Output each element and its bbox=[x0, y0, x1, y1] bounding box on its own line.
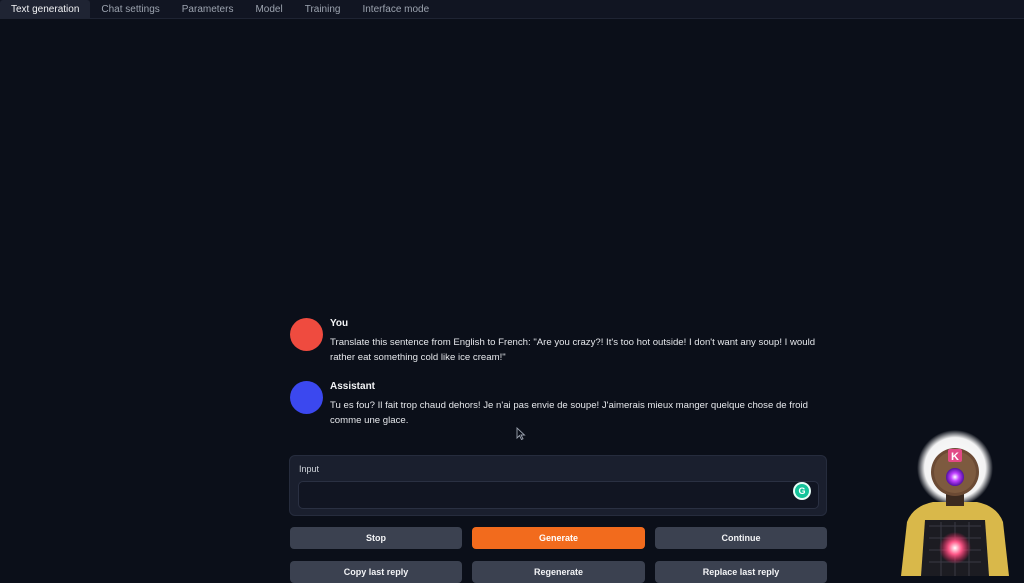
tab-bar: Text generation Chat settings Parameters… bbox=[0, 0, 1024, 19]
continue-button[interactable]: Continue bbox=[655, 527, 827, 549]
chat-message-user: You Translate this sentence from English… bbox=[290, 318, 820, 368]
copy-last-reply-button[interactable]: Copy last reply bbox=[290, 561, 462, 583]
message-author: You bbox=[330, 318, 349, 329]
input-panel: Input G bbox=[289, 455, 827, 516]
tab-chat-settings[interactable]: Chat settings bbox=[90, 0, 170, 18]
tab-model[interactable]: Model bbox=[244, 0, 293, 18]
input-label: Input bbox=[299, 464, 320, 474]
robot-badge-letter: K bbox=[951, 451, 959, 463]
generate-button[interactable]: Generate bbox=[472, 527, 645, 549]
robot-mascot-icon: K bbox=[901, 430, 1009, 576]
tab-interface-mode[interactable]: Interface mode bbox=[351, 0, 440, 18]
chat-message-assistant: Assistant Tu es fou? Il fait trop chaud … bbox=[290, 381, 820, 431]
grammarly-icon[interactable]: G bbox=[795, 484, 809, 498]
mouse-cursor-icon bbox=[516, 427, 526, 440]
replace-last-reply-button[interactable]: Replace last reply bbox=[655, 561, 827, 583]
message-author: Assistant bbox=[330, 381, 376, 392]
message-text: Translate this sentence from English to … bbox=[330, 337, 816, 363]
tab-text-generation[interactable]: Text generation bbox=[0, 0, 91, 18]
streamer-overlay: K bbox=[893, 430, 1024, 576]
user-avatar bbox=[290, 318, 323, 351]
regenerate-button[interactable]: Regenerate bbox=[472, 561, 645, 583]
tab-parameters[interactable]: Parameters bbox=[171, 0, 245, 18]
tab-training[interactable]: Training bbox=[294, 0, 352, 18]
stop-button[interactable]: Stop bbox=[290, 527, 462, 549]
assistant-avatar bbox=[290, 381, 323, 414]
message-text: Tu es fou? Il fait trop chaud dehors! Je… bbox=[330, 400, 808, 426]
input-textbox[interactable] bbox=[298, 481, 819, 509]
